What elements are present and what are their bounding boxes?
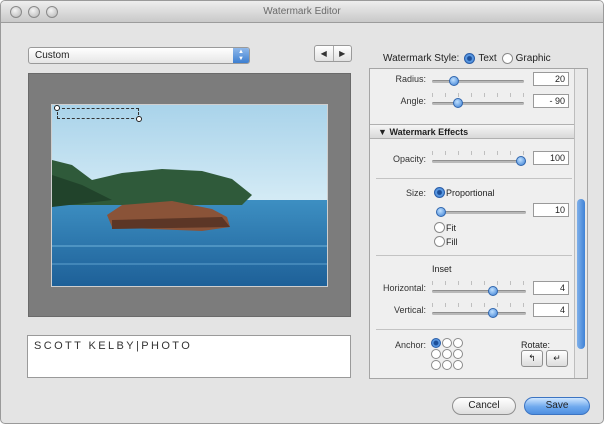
graphic-style-label[interactable]: Graphic [516, 53, 551, 64]
angle-slider-ticks [432, 93, 524, 97]
angle-slider-knob[interactable] [453, 98, 463, 108]
cancel-button[interactable]: Cancel [452, 397, 516, 415]
opacity-label: Opacity: [392, 154, 426, 164]
horizontal-slider[interactable] [432, 281, 526, 296]
panel-scrollbar[interactable] [574, 69, 587, 378]
rotate-right-icon: ↵ [553, 353, 561, 363]
opacity-value-field[interactable]: 100 [533, 151, 569, 165]
watermark-style-row: Watermark Style: Text Graphic [383, 53, 551, 64]
watermark-handle-bottom-right[interactable] [136, 116, 142, 122]
size-proportional-label[interactable]: Proportional [446, 188, 495, 198]
anchor-bottom-left[interactable] [431, 360, 441, 370]
anchor-middle-left[interactable] [431, 349, 441, 359]
angle-value-field[interactable]: - 90 [533, 94, 569, 108]
disclosure-triangle-icon[interactable]: ▼ [378, 127, 387, 137]
radius-label: Radius: [395, 74, 426, 84]
watermark-bounding-box[interactable] [54, 105, 142, 122]
anchor-middle-right[interactable] [453, 349, 463, 359]
anchor-bottom-center[interactable] [442, 360, 452, 370]
opacity-slider-ticks [432, 151, 526, 155]
preset-value: Custom [35, 50, 70, 61]
rotate-left-icon: ↰ [528, 353, 536, 363]
anchor-top-left[interactable] [431, 338, 441, 348]
horizontal-value-field[interactable]: 4 [533, 281, 569, 295]
size-fit-radio[interactable] [434, 222, 445, 233]
rotate-left-button[interactable]: ↰ [521, 350, 543, 367]
opacity-slider-knob[interactable] [516, 156, 526, 166]
watermark-style-label: Watermark Style: [383, 53, 460, 64]
watermark-effects-header[interactable]: ▼ Watermark Effects [370, 124, 574, 139]
angle-label: Angle: [400, 96, 426, 106]
size-label: Size: [405, 188, 426, 198]
opacity-slider[interactable] [432, 151, 526, 166]
radius-slider[interactable] [432, 76, 524, 86]
vertical-label: Vertical: [393, 305, 426, 315]
vertical-slider[interactable] [432, 303, 526, 318]
horizontal-label: Horizontal: [382, 283, 426, 293]
next-image-button[interactable]: ▶ [332, 46, 352, 61]
anchor-label: Anchor: [394, 340, 426, 350]
preview-photo [51, 104, 328, 287]
graphic-style-radio[interactable] [501, 53, 513, 64]
title-bar: Watermark Editor [1, 1, 603, 23]
settings-panel [369, 68, 588, 379]
section-divider [376, 255, 572, 256]
size-fit-label[interactable]: Fit [446, 223, 456, 233]
rotate-right-button[interactable]: ↵ [546, 350, 568, 367]
angle-slider[interactable] [432, 93, 524, 108]
section-divider [376, 329, 572, 330]
radius-value-field[interactable]: 20 [533, 72, 569, 86]
watermark-handle-top-left[interactable] [54, 105, 60, 111]
preset-dropdown[interactable]: Custom ▲ ▼ [28, 47, 250, 64]
vertical-value-field[interactable]: 4 [533, 303, 569, 317]
vertical-slider-knob[interactable] [488, 308, 498, 318]
scrollbar-thumb[interactable] [577, 199, 585, 349]
previous-image-button[interactable]: ◀ [315, 46, 333, 61]
size-slider-knob[interactable] [436, 207, 446, 217]
radius-slider-knob[interactable] [449, 76, 459, 86]
size-value-field[interactable]: 10 [533, 203, 569, 217]
anchor-top-right[interactable] [453, 338, 463, 348]
section-divider [376, 178, 572, 179]
preview-navigation: ◀ ▶ [314, 45, 352, 62]
anchor-top-center[interactable] [442, 338, 452, 348]
size-proportional-radio[interactable] [434, 187, 445, 198]
text-style-label[interactable]: Text [478, 53, 496, 64]
horizontal-slider-knob[interactable] [488, 286, 498, 296]
anchor-bottom-right[interactable] [453, 360, 463, 370]
watermark-text-field[interactable]: SCOTT KELBY|PHOTO [27, 335, 351, 378]
watermark-effects-title: Watermark Effects [389, 127, 469, 137]
vertical-slider-ticks [432, 303, 526, 307]
size-fill-label[interactable]: Fill [446, 237, 458, 247]
inset-label: Inset [432, 264, 452, 274]
dropdown-arrows-icon: ▲ ▼ [233, 48, 249, 63]
size-slider[interactable] [436, 207, 526, 217]
size-fill-radio[interactable] [434, 236, 445, 247]
window-title: Watermark Editor [263, 6, 341, 17]
save-button[interactable]: Save [524, 397, 590, 415]
horizontal-slider-ticks [432, 281, 526, 285]
anchor-grid [431, 338, 463, 370]
landscape-photo-image [52, 105, 327, 286]
rotate-label: Rotate: [521, 340, 551, 350]
anchor-center[interactable] [442, 349, 452, 359]
text-style-radio[interactable] [464, 53, 476, 64]
